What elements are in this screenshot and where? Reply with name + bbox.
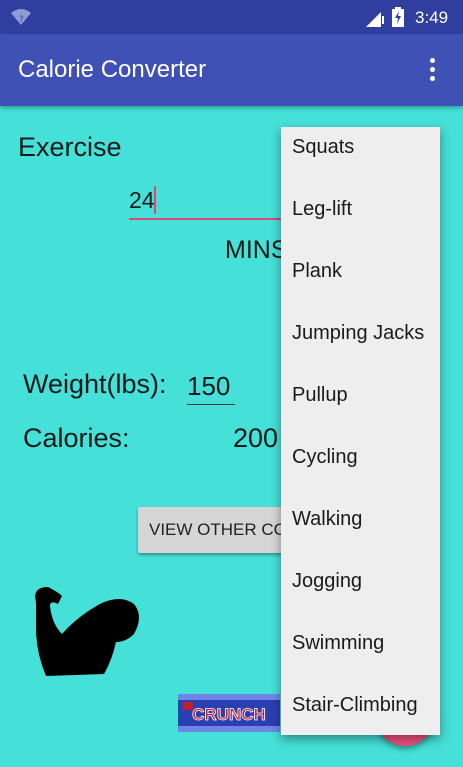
text-cursor — [154, 186, 156, 214]
status-time: 3:49 — [415, 8, 449, 27]
svg-text:?: ? — [19, 15, 24, 25]
weight-label: Weight(lbs): — [23, 369, 167, 399]
menu-item-squats[interactable]: Squats — [281, 127, 440, 189]
app-title: Calorie Converter — [18, 56, 207, 83]
menu-item-walking[interactable]: Walking — [281, 499, 440, 561]
menu-item-jogging[interactable]: Jogging — [281, 561, 440, 623]
app-bar: Calorie Converter — [0, 34, 463, 106]
menu-item-pullup[interactable]: Pullup — [281, 375, 440, 437]
status-bar: ? 3:49 — [0, 0, 463, 34]
battery-charging-icon — [392, 7, 404, 32]
calories-label: Calories: — [23, 423, 130, 453]
menu-item-stair-climbing[interactable]: Stair-Climbing — [281, 685, 440, 747]
calories-value: 200 — [233, 423, 279, 453]
units-label: MINS — [225, 236, 288, 264]
menu-item-plank[interactable]: Plank — [281, 251, 440, 313]
menu-item-swimming[interactable]: Swimming — [281, 623, 440, 685]
crunch-bar-image: CRUNCH — [178, 688, 280, 745]
crunch-label: CRUNCH — [192, 705, 266, 724]
menu-item-cycling[interactable]: Cycling — [281, 437, 440, 499]
more-vert-icon[interactable] — [420, 54, 446, 88]
flexed-bicep-icon — [30, 582, 145, 683]
exercise-label: Exercise — [18, 132, 122, 162]
menu-item-leg-lift[interactable]: Leg-lift — [281, 189, 440, 251]
signal-icon — [364, 10, 384, 33]
menu-item-jumping-jacks[interactable]: Jumping Jacks — [281, 313, 440, 375]
weight-input[interactable] — [187, 368, 235, 405]
wifi-icon: ? — [10, 8, 32, 31]
exercise-dropdown-menu: Squats Leg-lift Plank Jumping Jacks Pull… — [281, 127, 440, 735]
